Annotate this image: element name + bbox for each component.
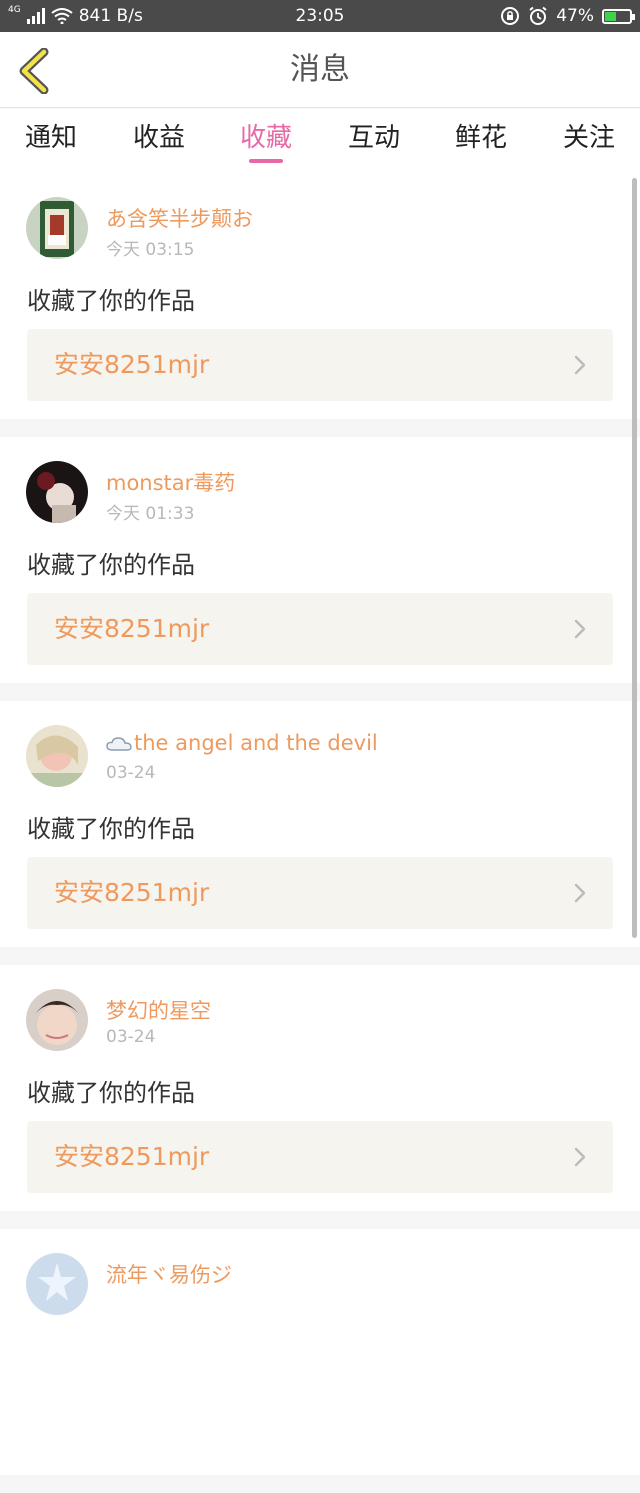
work-link[interactable]: 安安8251mjr (27, 593, 613, 665)
page-title: 消息 (290, 52, 350, 87)
username[interactable]: 梦幻的星空 (106, 995, 211, 1025)
work-title: 安安8251mjr (54, 878, 210, 907)
work-link[interactable]: 安安8251mjr (27, 329, 613, 401)
header: 消息 (0, 32, 640, 108)
list-item: あ含笑半步颠お 今天 03:15 收藏了你的作品 安安8251mjr (0, 173, 640, 419)
avatar-default-icon (26, 1253, 88, 1315)
action-text: 收藏了你的作品 (27, 287, 195, 315)
status-bar: 4G 841 B/s 23:05 47% (0, 0, 640, 32)
scrollbar[interactable] (632, 178, 637, 938)
tab-earnings[interactable]: 收益 (109, 109, 209, 173)
tab-flowers[interactable]: 鲜花 (431, 109, 531, 173)
timestamp: 今天 03:15 (106, 240, 195, 260)
username-text: the angel and the devil (134, 731, 378, 755)
battery-icon (602, 8, 635, 24)
rotation-lock-icon (501, 7, 520, 25)
action-text: 收藏了你的作品 (27, 1079, 195, 1107)
list-item: monstar毒药 今天 01:33 收藏了你的作品 安安8251mjr (0, 437, 640, 683)
chevron-right-icon (574, 355, 586, 375)
work-link[interactable]: 安安8251mjr (27, 1121, 613, 1193)
work-title: 安安8251mjr (54, 614, 210, 643)
tab-bar: 通知 收益 收藏 互动 鲜花 关注 (0, 109, 640, 173)
avatar-photo-icon (26, 989, 88, 1051)
avatar[interactable] (26, 989, 88, 1051)
work-link[interactable]: 安安8251mjr (27, 857, 613, 929)
tab-favorites[interactable]: 收藏 (216, 109, 316, 173)
timestamp: 今天 01:33 (106, 504, 195, 524)
chevron-right-icon (574, 883, 586, 903)
timestamp: 03-24 (106, 763, 156, 783)
list-item: 流年ヾ易伤ジ (0, 1229, 640, 1475)
username[interactable]: あ含笑半步颠お (106, 203, 253, 233)
message-list: あ含笑半步颠お 今天 03:15 收藏了你的作品 安安8251mjr monst… (0, 173, 640, 1493)
cloud-icon (106, 737, 132, 751)
timestamp: 03-24 (106, 1027, 156, 1047)
tab-following[interactable]: 关注 (539, 109, 639, 173)
list-item: the angel and the devil 03-24 收藏了你的作品 安安… (0, 701, 640, 947)
chevron-right-icon (574, 1147, 586, 1167)
avatar[interactable] (26, 461, 88, 523)
avatar-photo-icon (26, 725, 88, 787)
avatar-photo-icon (26, 197, 88, 259)
battery-percent: 47% (556, 6, 594, 26)
battery-fill (605, 11, 617, 21)
work-title: 安安8251mjr (54, 1142, 210, 1171)
avatar[interactable] (26, 1253, 88, 1315)
list-item: 梦幻的星空 03-24 收藏了你的作品 安安8251mjr (0, 965, 640, 1211)
work-title: 安安8251mjr (54, 350, 210, 379)
alarm-icon (529, 6, 547, 25)
status-right: 47% (500, 0, 635, 32)
tab-interactions[interactable]: 互动 (324, 109, 424, 173)
tab-notifications[interactable]: 通知 (1, 109, 101, 173)
avatar[interactable] (26, 725, 88, 787)
action-text: 收藏了你的作品 (27, 551, 195, 579)
action-text: 收藏了你的作品 (27, 815, 195, 843)
username[interactable]: monstar毒药 (106, 467, 235, 497)
chevron-right-icon (574, 619, 586, 639)
username[interactable]: the angel and the devil (106, 731, 378, 755)
avatar-photo-icon (26, 461, 88, 523)
avatar[interactable] (26, 197, 88, 259)
username[interactable]: 流年ヾ易伤ジ (106, 1259, 232, 1289)
